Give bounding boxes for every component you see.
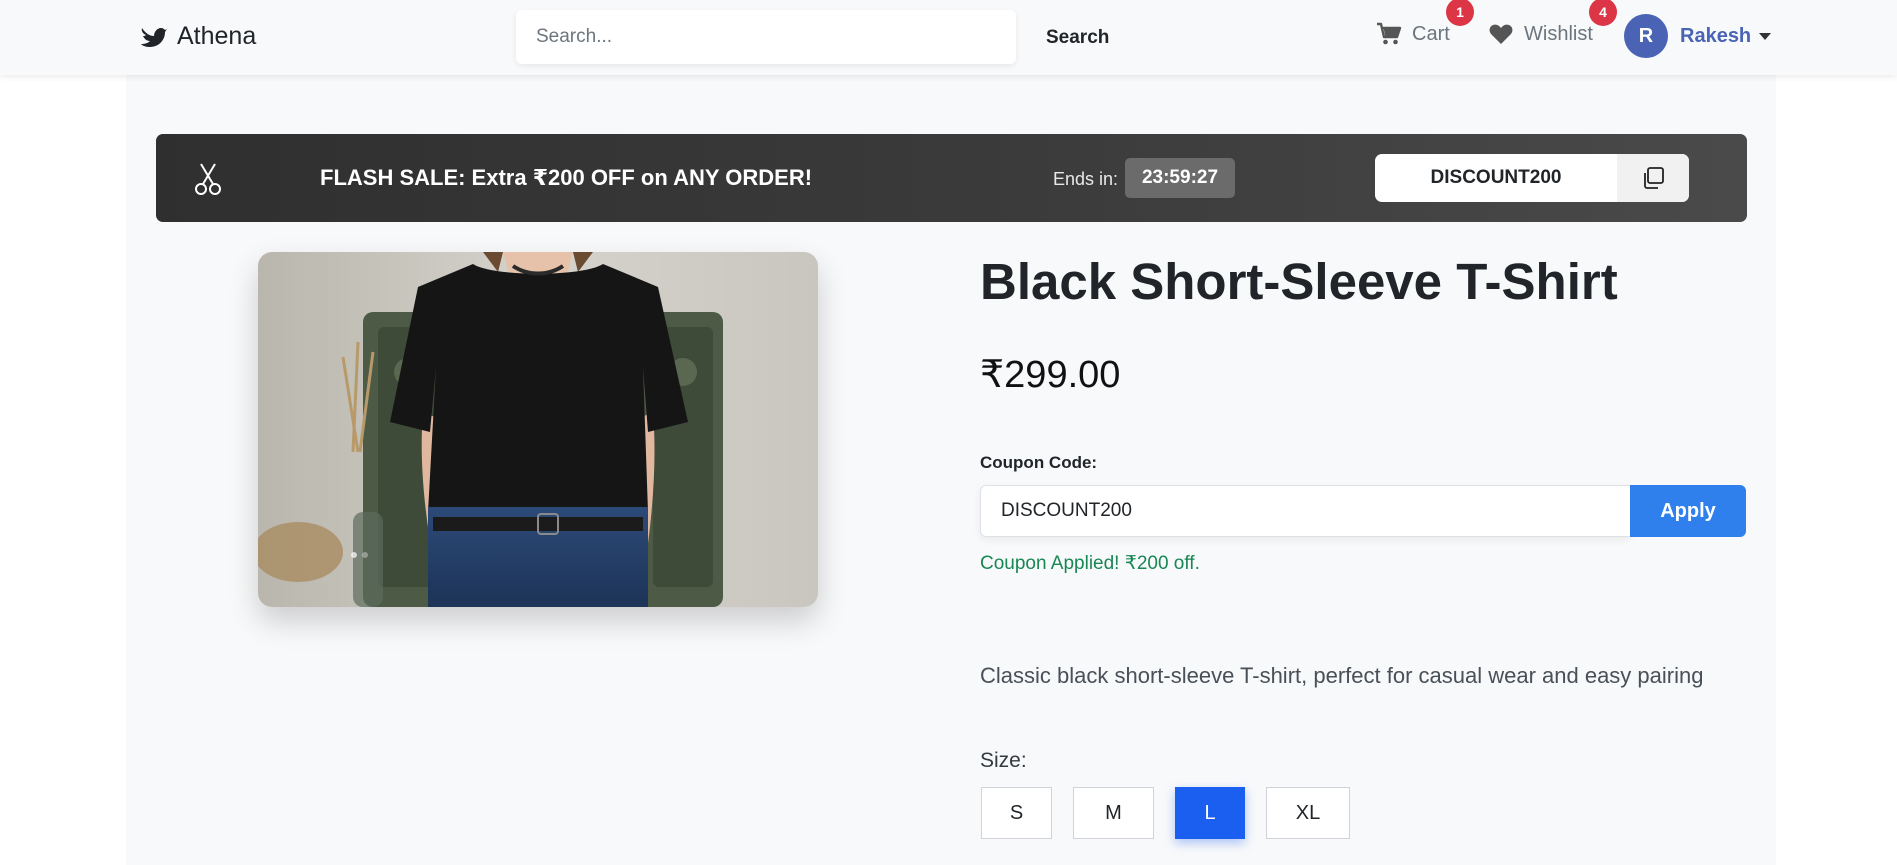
coupon-success-message: Coupon Applied! ₹200 off. bbox=[980, 553, 1200, 574]
copy-code-button[interactable] bbox=[1617, 154, 1689, 202]
carousel-dot[interactable] bbox=[362, 552, 368, 558]
coupon-label: Coupon Code: bbox=[980, 453, 1098, 472]
shopping-cart-icon bbox=[1377, 22, 1402, 45]
size-option-l[interactable]: L bbox=[1175, 787, 1245, 839]
product-description: Classic black short-sleeve T-shirt, perf… bbox=[980, 663, 1704, 688]
product-image[interactable] bbox=[258, 252, 818, 607]
size-option-m[interactable]: M bbox=[1073, 787, 1154, 839]
size-label: Size: bbox=[980, 749, 1027, 772]
top-navbar: Athena Search Cart 1 Wishlist 4 R Rakesh bbox=[0, 0, 1897, 75]
size-option-xl[interactable]: XL bbox=[1266, 787, 1350, 839]
flash-sale-text: FLASH SALE: Extra ₹200 OFF on ANY ORDER! bbox=[320, 165, 813, 190]
user-menu-toggle[interactable]: R Rakesh bbox=[1624, 14, 1772, 58]
flash-sale-banner: FLASH SALE: Extra ₹200 OFF on ANY ORDER!… bbox=[156, 134, 1747, 222]
user-name: Rakesh bbox=[1680, 24, 1752, 47]
cart-link[interactable]: Cart bbox=[1376, 22, 1450, 46]
wishlist-count-badge: 4 bbox=[1589, 0, 1617, 26]
bird-logo-icon bbox=[141, 27, 167, 47]
brand-link[interactable]: Athena bbox=[139, 22, 256, 51]
product-photo bbox=[258, 252, 818, 607]
discount-code-box: DISCOUNT200 bbox=[1375, 154, 1689, 202]
cart-count-badge: 1 bbox=[1446, 0, 1474, 26]
heart-icon bbox=[1489, 24, 1513, 44]
product-title: Black Short-Sleeve T-Shirt bbox=[980, 253, 1618, 310]
apply-coupon-button[interactable]: Apply bbox=[1630, 485, 1746, 537]
search-input[interactable] bbox=[516, 10, 1016, 64]
carousel-indicators[interactable] bbox=[351, 552, 368, 558]
carousel-dot[interactable] bbox=[351, 552, 357, 558]
caret-down-icon bbox=[1759, 32, 1772, 40]
search-button[interactable]: Search bbox=[1030, 20, 1125, 56]
avatar: R bbox=[1624, 14, 1668, 58]
ends-in-label: Ends in: bbox=[1053, 169, 1119, 189]
wishlist-label: Wishlist bbox=[1524, 22, 1593, 45]
wishlist-link[interactable]: Wishlist bbox=[1488, 22, 1593, 46]
size-option-s[interactable]: S bbox=[981, 787, 1052, 839]
product-price: ₹299.00 bbox=[980, 354, 1121, 396]
brand-name: Athena bbox=[177, 22, 257, 50]
countdown-timer: 23:59:27 bbox=[1125, 158, 1235, 198]
coupon-code-input[interactable] bbox=[980, 485, 1630, 537]
copy-icon bbox=[1644, 167, 1664, 189]
cart-label: Cart bbox=[1412, 22, 1450, 45]
discount-code: DISCOUNT200 bbox=[1430, 167, 1562, 188]
scissors-icon bbox=[195, 163, 221, 195]
